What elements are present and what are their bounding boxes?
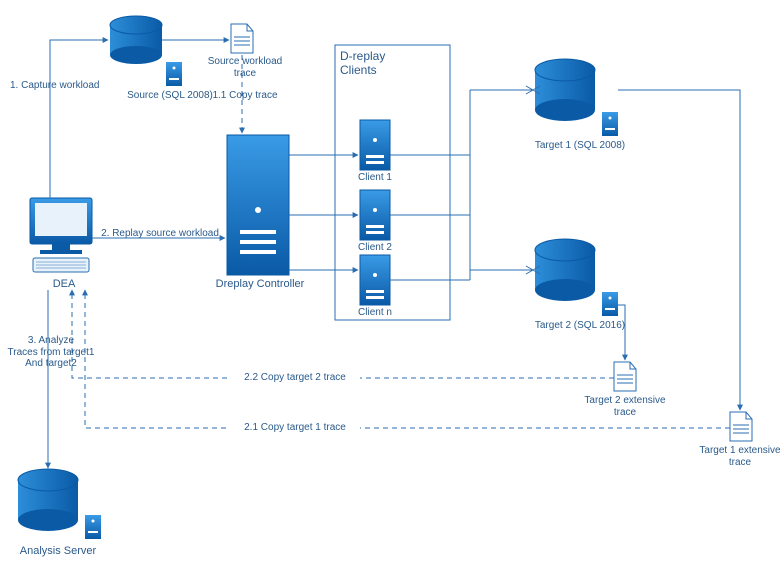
dreplay-controller-label: Dreplay Controller: [210, 278, 310, 291]
target1-trace-doc-icon: [730, 412, 752, 441]
clientn-label: Client n: [350, 307, 400, 319]
client1-icon: [360, 120, 390, 170]
source-server-icon: [166, 62, 182, 86]
target2-trace-doc-icon: [614, 362, 636, 391]
edge-copytrace-label: 1.1 Copy trace: [210, 90, 280, 102]
target1-trace-label: Target 1 extensivetrace: [695, 445, 780, 468]
diagram-canvas: D-replayClients Source (SQL 2008) Source…: [0, 0, 780, 572]
source-trace-doc-icon: [231, 24, 253, 53]
edge-t1-to-trace: [618, 90, 740, 410]
edge-copyt1-label: 2.1 Copy target 1 trace: [230, 422, 360, 434]
client2-label: Client 2: [350, 242, 400, 254]
client1-label: Client 1: [350, 172, 400, 184]
dreplay-box-title: D-replayClients: [340, 50, 440, 78]
edge-analyze-label: 3. AnalyzeTraces from target1And target2: [6, 335, 96, 370]
source-trace-label: Source workloadtrace: [205, 56, 285, 79]
target1-server-icon: [602, 112, 618, 136]
edge-bus-t2a: [470, 266, 540, 274]
edge-capture: [50, 40, 108, 198]
target2-db-icon: [535, 239, 595, 301]
dreplay-controller-icon: [227, 135, 289, 275]
target2-label: Target 2 (SQL 2016): [515, 320, 645, 332]
edge-replay-label: 2. Replay source workload: [95, 228, 225, 240]
target1-db-icon: [535, 59, 595, 121]
edge-capture-label: 1. Capture workload: [10, 80, 100, 92]
analysis-server-label: Analysis Server: [8, 545, 108, 558]
edge-bus-t1a: [470, 86, 540, 94]
dea-computer-icon: [30, 198, 92, 272]
target1-label: Target 1 (SQL 2008): [515, 140, 645, 152]
clientn-icon: [360, 255, 390, 305]
source-db-icon: [110, 16, 162, 64]
target2-trace-label: Target 2 extensivetrace: [580, 395, 670, 418]
client2-icon: [360, 190, 390, 240]
dea-label: DEA: [44, 278, 84, 291]
target2-server-icon: [602, 292, 618, 316]
diagram-svg: [0, 0, 780, 572]
edge-t2-to-trace: [618, 305, 625, 360]
edge-copy-t2: [72, 290, 614, 378]
analysis-server-icon: [85, 515, 101, 539]
edge-copyt2-label: 2.2 Copy target 2 trace: [230, 372, 360, 384]
analysis-db-icon: [18, 469, 78, 531]
